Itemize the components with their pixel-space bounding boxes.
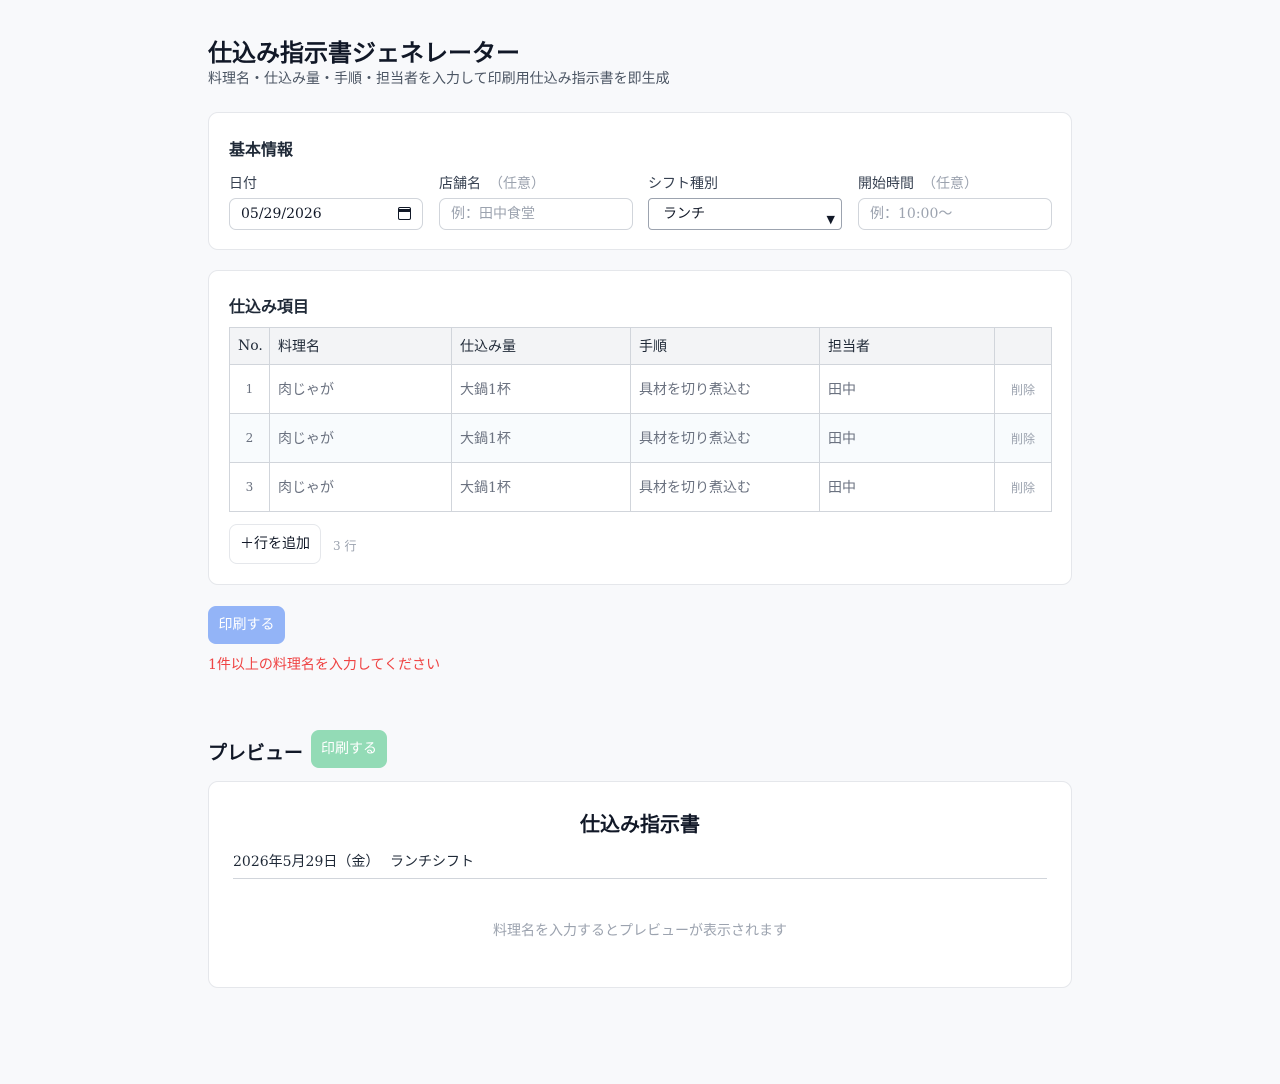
store-input[interactable]: 例：田中食堂: [439, 198, 633, 230]
preview-title: プレビュー: [208, 742, 304, 764]
column-header-staff: 担当者: [819, 327, 995, 365]
page-title: 仕込み指示書ジェネレーター: [208, 38, 520, 67]
dish-input[interactable]: 肉じゃが: [269, 413, 452, 463]
table-header-row: No. 料理名 仕込み量 手順 担当者: [229, 327, 1052, 365]
shift-value: ランチ: [663, 206, 705, 222]
chevron-down-icon: ▼: [826, 213, 835, 226]
store-optional: （任意）: [489, 176, 545, 192]
row-count: 3 行: [333, 539, 357, 553]
preview-empty-message: 料理名を入力するとプレビューが表示されます: [493, 923, 787, 939]
staff-input[interactable]: 田中: [819, 462, 995, 512]
document-date: 2026年5月29日（金）: [233, 854, 380, 870]
row-number: 1: [229, 364, 270, 414]
items-table: No. 料理名 仕込み量 手順 担当者 1 肉じゃが 大鍋1杯 具材を切り煮込む…: [229, 327, 1052, 512]
table-row: 1 肉じゃが 大鍋1杯 具材を切り煮込む 田中 削除: [229, 364, 1052, 414]
start-time-field: 開始時間 （任意） 例：10:00〜: [858, 173, 1052, 230]
basic-info-card: 基本情報 日付 05/29/2026 店舗名 （任意） 例：田中食堂 シフト種別 …: [208, 112, 1072, 250]
column-header-dish: 料理名: [269, 327, 452, 365]
steps-input[interactable]: 具材を切り煮込む: [630, 462, 820, 512]
date-input[interactable]: 05/29/2026: [229, 198, 423, 230]
dish-input[interactable]: 肉じゃが: [269, 364, 452, 414]
delete-row-button[interactable]: 削除: [994, 364, 1052, 414]
date-field: 日付 05/29/2026: [229, 173, 423, 230]
items-card: 仕込み項目 No. 料理名 仕込み量 手順 担当者 1 肉じゃが 大鍋1杯 具材…: [208, 270, 1072, 585]
shift-field: シフト種別 ランチ ▼: [648, 173, 842, 230]
delete-row-button[interactable]: 削除: [994, 462, 1052, 512]
document-divider: [233, 878, 1047, 879]
amount-input[interactable]: 大鍋1杯: [451, 462, 631, 512]
document-title: 仕込み指示書: [580, 812, 700, 836]
date-value: 05/29/2026: [241, 206, 322, 222]
delete-row-button[interactable]: 削除: [994, 413, 1052, 463]
table-row: 2 肉じゃが 大鍋1杯 具材を切り煮込む 田中 削除: [229, 413, 1052, 463]
shift-select[interactable]: ランチ ▼: [648, 198, 842, 230]
start-time-input[interactable]: 例：10:00〜: [858, 198, 1052, 230]
column-header-amount: 仕込み量: [451, 327, 631, 365]
row-number: 2: [229, 413, 270, 463]
page-subtitle: 料理名・仕込み量・手順・担当者を入力して印刷用仕込み指示書を即生成: [208, 71, 670, 87]
start-time-optional: （任意）: [922, 176, 978, 192]
staff-input[interactable]: 田中: [819, 364, 995, 414]
steps-input[interactable]: 具材を切り煮込む: [630, 413, 820, 463]
row-number: 3: [229, 462, 270, 512]
print-button[interactable]: 印刷する: [208, 606, 285, 644]
store-label: 店舗名 （任意）: [439, 176, 545, 192]
preview-card: 仕込み指示書 2026年5月29日（金） ランチシフト 料理名を入力するとプレビ…: [208, 781, 1072, 988]
steps-input[interactable]: 具材を切り煮込む: [630, 364, 820, 414]
calendar-icon[interactable]: [398, 207, 411, 220]
date-label: 日付: [229, 176, 257, 192]
staff-input[interactable]: 田中: [819, 413, 995, 463]
store-field: 店舗名 （任意） 例：田中食堂: [439, 173, 633, 230]
start-time-label: 開始時間 （任意）: [858, 176, 978, 192]
basic-info-title: 基本情報: [229, 140, 294, 159]
amount-input[interactable]: 大鍋1杯: [451, 364, 631, 414]
table-row: 3 肉じゃが 大鍋1杯 具材を切り煮込む 田中 削除: [229, 462, 1052, 512]
items-title: 仕込み項目: [229, 297, 310, 316]
amount-input[interactable]: 大鍋1杯: [451, 413, 631, 463]
column-header-actions: [994, 327, 1052, 365]
shift-label: シフト種別: [648, 176, 718, 192]
error-message: 1件以上の料理名を入力してください: [208, 657, 441, 673]
preview-print-button[interactable]: 印刷する: [311, 730, 387, 768]
column-header-no: No.: [229, 327, 270, 365]
dish-input[interactable]: 肉じゃが: [269, 462, 452, 512]
column-header-steps: 手順: [630, 327, 820, 365]
add-row-button[interactable]: ＋行を追加: [229, 524, 321, 564]
document-shift: ランチシフト: [390, 854, 474, 870]
